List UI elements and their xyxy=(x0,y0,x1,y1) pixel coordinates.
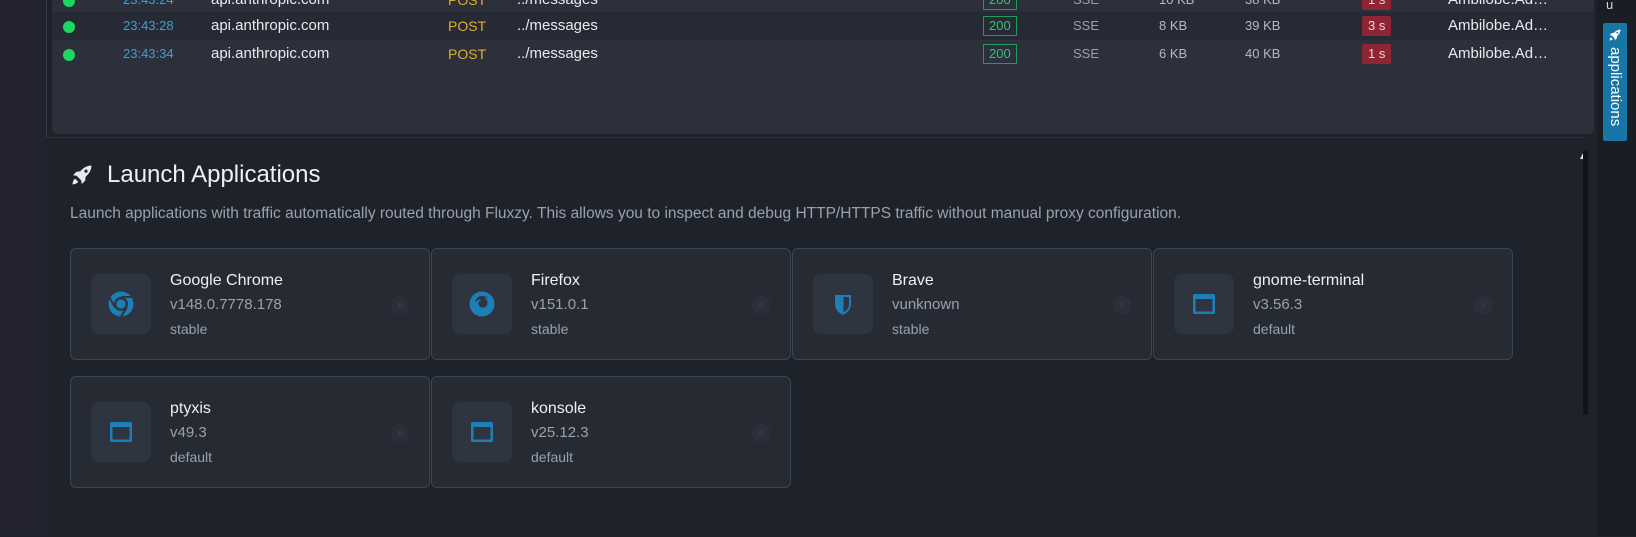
app-channel: stable xyxy=(892,321,930,337)
play-circle-icon[interactable] xyxy=(389,422,411,444)
app-channel: stable xyxy=(170,321,208,337)
app-channel: default xyxy=(1253,321,1296,337)
path-cell: ../messages xyxy=(517,17,598,34)
left-edge-panel xyxy=(0,0,47,536)
status-dot xyxy=(63,49,75,61)
app-name: Google Chrome xyxy=(170,272,283,289)
app-channel: default xyxy=(531,449,574,465)
app-version: v3.56.3 xyxy=(1253,296,1303,313)
status-dot xyxy=(63,0,75,7)
duration-badge: 1 s xyxy=(1362,44,1392,64)
time-cell: 23:43:28 xyxy=(123,18,174,33)
launch-applications-panel: Launch Applications Launch applications … xyxy=(46,137,1583,537)
brave-shield-icon xyxy=(835,295,851,315)
chrome-icon xyxy=(108,291,134,318)
app-name: konsole xyxy=(531,400,587,417)
response-size-cell: 39 KB xyxy=(1245,18,1281,33)
app-channel: stable xyxy=(531,321,569,337)
status-code-badge: 200 xyxy=(983,16,1017,36)
play-circle-icon[interactable] xyxy=(750,422,772,444)
terminal-window-icon xyxy=(471,422,493,442)
duration-badge: 3 s xyxy=(1362,16,1392,36)
traffic-grid: 23:43:24 api.anthropic.com POST ../messa… xyxy=(52,0,1594,134)
request-size-cell: 8 KB xyxy=(1159,18,1188,33)
play-circle-icon[interactable] xyxy=(389,294,411,316)
rocket-icon xyxy=(72,165,92,185)
app-icon-box xyxy=(91,402,151,462)
content-type-cell: SSE xyxy=(1073,46,1100,61)
process-cell: Ambilobe.Ad… xyxy=(1448,17,1549,34)
app-name: ptyxis xyxy=(170,400,211,417)
status-code-badge: 200 xyxy=(983,0,1017,10)
app-name: Brave xyxy=(892,272,934,289)
app-name: gnome-terminal xyxy=(1253,272,1365,289)
status-code-badge: 200 xyxy=(983,44,1017,64)
app-card-gnome-terminal[interactable]: gnome-terminal v3.56.3 default xyxy=(1153,248,1513,360)
table-row[interactable]: 23:43:28 api.anthropic.com POST ../messa… xyxy=(52,12,1594,40)
method-cell: POST xyxy=(448,46,487,62)
app-version: v148.0.7778.178 xyxy=(170,296,282,313)
app-channel: default xyxy=(170,449,213,465)
app-version: v49.3 xyxy=(170,424,207,441)
play-circle-icon[interactable] xyxy=(750,294,772,316)
terminal-window-icon xyxy=(1193,294,1215,314)
firefox-icon xyxy=(469,291,495,317)
play-circle-icon[interactable] xyxy=(1111,294,1133,316)
terminal-window-icon xyxy=(110,422,132,442)
app-icon-box xyxy=(452,274,512,334)
table-row[interactable]: 23:43:34 api.anthropic.com POST ../messa… xyxy=(52,40,1594,68)
app-name: Firefox xyxy=(531,272,580,289)
page-title: Launch Applications xyxy=(107,161,321,188)
host-cell: api.anthropic.com xyxy=(211,17,330,34)
app-version: v25.12.3 xyxy=(531,424,589,441)
launch-description: Launch applications with traffic automat… xyxy=(70,205,1182,222)
right-tab-strip: u applications xyxy=(1597,0,1636,536)
scrollbar[interactable] xyxy=(1583,150,1588,415)
side-tab-label: applications xyxy=(1607,47,1624,127)
app-card-google-chrome[interactable]: Google Chrome v148.0.7778.178 stable xyxy=(70,248,430,360)
request-size-cell: 6 KB xyxy=(1159,46,1188,61)
response-size-cell: 40 KB xyxy=(1245,46,1281,61)
app-icon-box xyxy=(452,402,512,462)
app-icon-box xyxy=(813,274,873,334)
process-cell: Ambilobe.Ad… xyxy=(1448,45,1549,62)
side-tab-partial[interactable]: u xyxy=(1606,0,1620,16)
app-icon-box xyxy=(1174,274,1234,334)
host-cell: api.anthropic.com xyxy=(211,45,330,62)
method-cell: POST xyxy=(448,18,487,34)
play-circle-icon[interactable] xyxy=(1472,294,1494,316)
app-icon-box xyxy=(91,274,151,334)
app-card-firefox[interactable]: Firefox v151.0.1 stable xyxy=(431,248,791,360)
app-version: vunknown xyxy=(892,296,960,313)
app-card-brave[interactable]: Brave vunknown stable xyxy=(792,248,1152,360)
app-version: v151.0.1 xyxy=(531,296,589,313)
side-tab-applications[interactable]: applications xyxy=(1603,23,1627,141)
app-card-konsole[interactable]: konsole v25.12.3 default xyxy=(431,376,791,488)
time-cell: 23:43:34 xyxy=(123,46,174,61)
content-type-cell: SSE xyxy=(1073,18,1100,33)
path-cell: ../messages xyxy=(517,45,598,62)
status-dot xyxy=(63,21,75,33)
launch-header: Launch Applications xyxy=(70,160,321,190)
app-card-ptyxis[interactable]: ptyxis v49.3 default xyxy=(70,376,430,488)
duration-badge: 1 s xyxy=(1362,0,1392,10)
